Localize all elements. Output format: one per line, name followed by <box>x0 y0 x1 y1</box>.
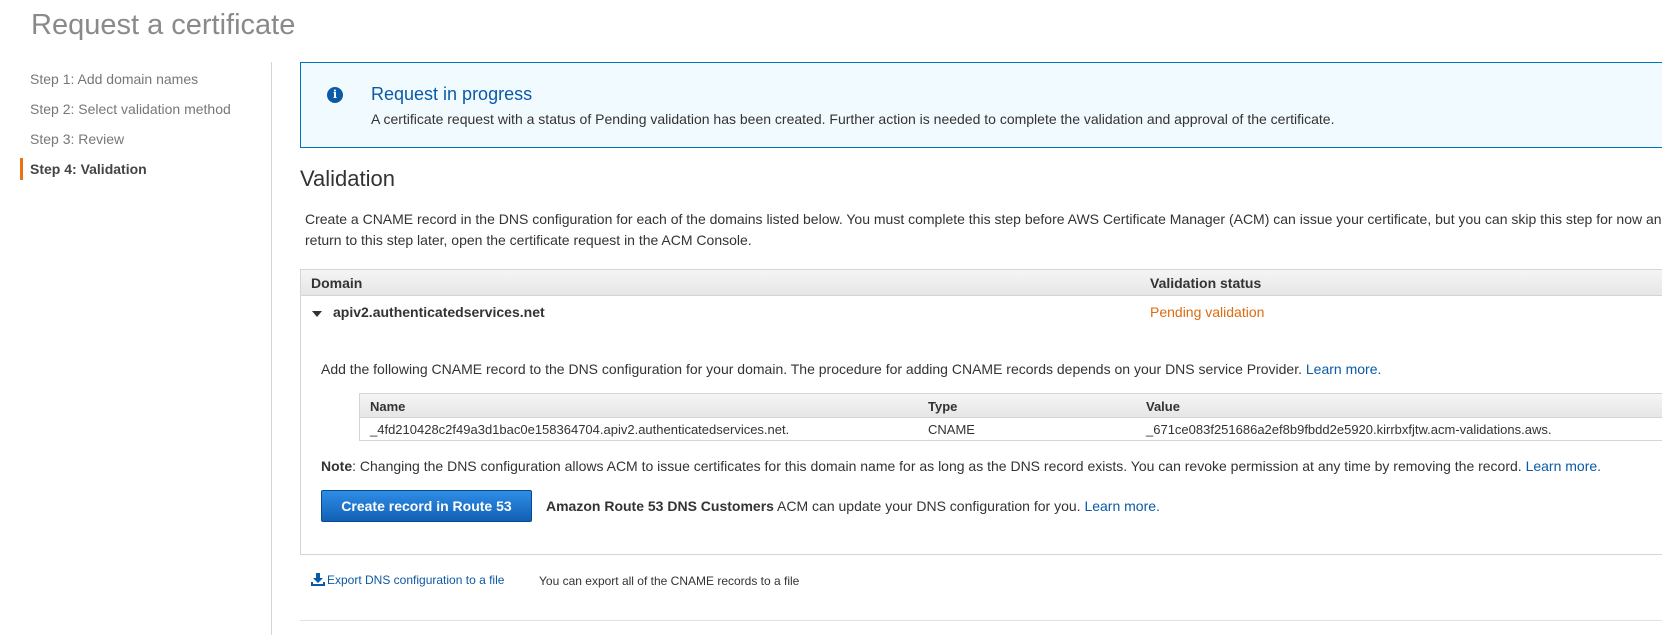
export-dns-configuration-link[interactable]: Export DNS configuration to a file <box>311 573 504 587</box>
route53-learn-more-link[interactable]: Learn more. <box>1084 498 1159 514</box>
learn-more-link[interactable]: Learn more. <box>1306 361 1381 377</box>
export-description: You can export all of the CNAME records … <box>539 574 800 588</box>
alert-text: A certificate request with a status of P… <box>371 111 1335 127</box>
column-type: Type <box>928 399 958 414</box>
route53-customers-label: Amazon Route 53 DNS Customers <box>546 498 774 514</box>
request-in-progress-alert: i Request in progress A certificate requ… <box>300 62 1662 148</box>
dns-note: Note: Changing the DNS configuration all… <box>321 458 1601 474</box>
route53-description: Amazon Route 53 DNS Customers ACM can up… <box>546 498 1160 514</box>
note-learn-more-link[interactable]: Learn more. <box>1526 458 1601 474</box>
domain-name: apiv2.authenticatedservices.net <box>333 304 545 320</box>
validation-intro: Create a CNAME record in the DNS configu… <box>305 211 1662 248</box>
add-cname-instructions: Add the following CNAME record to the DN… <box>321 361 1381 377</box>
column-validation-status: Validation status <box>1150 275 1262 291</box>
column-name: Name <box>370 399 406 414</box>
sidebar-divider <box>271 62 272 635</box>
create-record-route53-button[interactable]: Create record in Route 53 <box>321 490 532 522</box>
wizard-steps: Step 1: Add domain names Step 2: Select … <box>20 68 272 188</box>
column-domain: Domain <box>311 275 363 291</box>
domain-row[interactable]: apiv2.authenticatedservices.net Pending … <box>301 296 1662 332</box>
step-review[interactable]: Step 3: Review <box>20 128 272 150</box>
page-title: Request a certificate <box>31 9 296 41</box>
record-value: _671ce083f251686a2ef8b9fbdd2e5920.kirrbx… <box>1146 422 1552 437</box>
note-text: : Changing the DNS configuration allows … <box>352 458 1522 474</box>
step-add-domain-names[interactable]: Step 1: Add domain names <box>20 68 272 90</box>
validation-table-header: Domain Validation status <box>301 270 1662 296</box>
alert-title: Request in progress <box>371 84 533 104</box>
info-icon: i <box>327 87 343 103</box>
record-name: _4fd210428c2f49a3d1bac0e158364704.apiv2.… <box>370 422 790 437</box>
note-label: Note <box>321 458 353 474</box>
add-cname-text: Add the following CNAME record to the DN… <box>321 361 1302 377</box>
validation-title: Validation <box>300 166 395 191</box>
table-row: _4fd210428c2f49a3d1bac0e158364704.apiv2.… <box>360 418 1662 440</box>
cname-table-header: Name Type Value <box>360 394 1662 418</box>
download-icon <box>311 573 325 586</box>
column-value: Value <box>1146 399 1180 414</box>
validation-table: Domain Validation status apiv2.authentic… <box>300 269 1662 555</box>
step-select-validation-method[interactable]: Step 2: Select validation method <box>20 98 272 120</box>
export-link-label: Export DNS configuration to a file <box>327 573 505 587</box>
caret-down-icon[interactable] <box>312 311 322 317</box>
step-validation: Step 4: Validation <box>20 158 272 180</box>
validation-status: Pending validation <box>1150 304 1265 320</box>
route53-text: ACM can update your DNS configuration fo… <box>773 498 1081 514</box>
cname-record-table: Name Type Value _4fd210428c2f49a3d1bac0e… <box>359 393 1662 441</box>
record-type: CNAME <box>928 422 975 437</box>
section-divider <box>300 620 1662 621</box>
